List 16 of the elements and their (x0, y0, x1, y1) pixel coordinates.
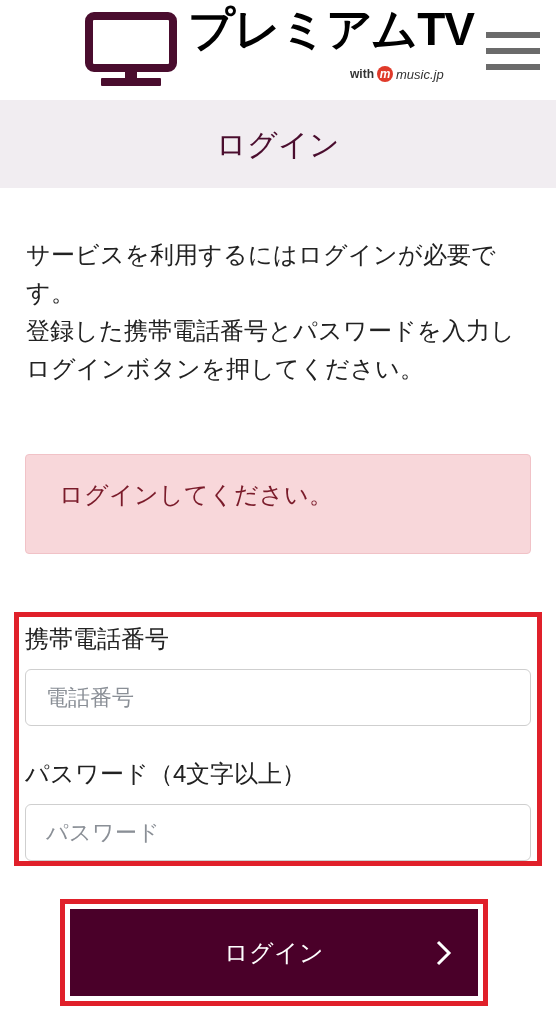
menu-icon[interactable] (486, 32, 540, 70)
chevron-right-icon (436, 939, 452, 966)
alert-message: ログインしてください。 (59, 481, 333, 508)
logo-partner: music.jp (396, 67, 444, 81)
intro-text: 登録した携帯電話番号とパスワードを入力しログインボタンを押してください。 (26, 316, 516, 384)
logo-subtitle: with (350, 68, 374, 80)
tv-icon (85, 12, 177, 88)
field-label: 携帯電話番号 (25, 624, 169, 654)
logo-title: プレミアムTV (188, 6, 474, 52)
field-label: パスワード（4文字以上） (25, 759, 307, 789)
input-field[interactable]: 電話番号 (25, 669, 531, 726)
intro-text: サービスを利用するにはログインが必要です。 (26, 240, 497, 308)
input-field[interactable]: パスワード (25, 804, 531, 861)
page-title: ログイン (216, 126, 340, 163)
login-button[interactable]: ログイン (69, 908, 479, 997)
logo-badge: m (377, 66, 393, 82)
